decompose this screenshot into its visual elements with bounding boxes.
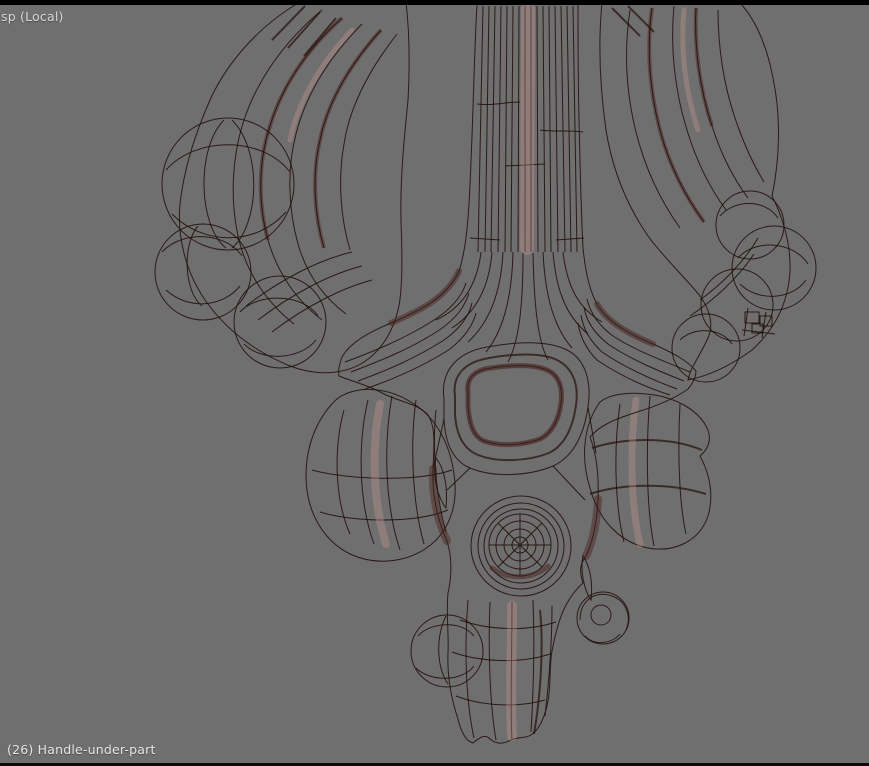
flare-wires [435, 251, 603, 363]
left-scroll-mesh [154, 1, 410, 374]
stem-knob [410, 614, 484, 688]
viewport-object-label: (26) Handle-under-part [7, 742, 156, 757]
mesh-wireframe-render [154, 1, 817, 744]
central-body-mesh [338, 3, 697, 744]
viewport-view-label: sp (Local) [1, 9, 64, 24]
viewport-3d[interactable]: sp (Local) (26) Handle-under-part [0, 0, 869, 766]
right-scroll-mesh [599, 1, 817, 383]
stem-curl [576, 591, 630, 645]
window-top-edge [0, 0, 869, 5]
boss-sphere [470, 495, 572, 597]
pod-detail-wires [741, 307, 776, 339]
right-wing-mesh [584, 392, 712, 550]
